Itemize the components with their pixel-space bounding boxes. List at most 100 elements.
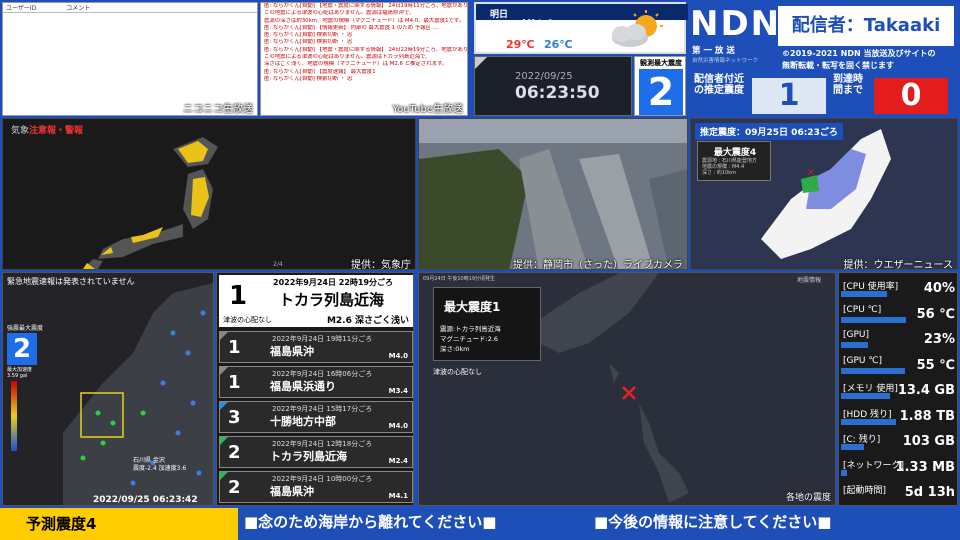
system-stat-row: [GPU ℃] 55 ℃ [841, 354, 957, 374]
eew-status: 緊急地震速報は発表されていません [7, 277, 135, 286]
latest-quake-datetime: 2022年9月24日 22時19分ごろ [273, 278, 394, 287]
system-stat-row: [メモリ 使用] 13.4 GB [841, 379, 957, 399]
system-stat-value: 1.33 MB [895, 459, 955, 475]
quake-map-corner: 地震情報 [796, 277, 821, 284]
system-stat-label: [C: 残り] [843, 435, 881, 445]
latest-quake-card[interactable]: 1 2022年9月24日 22時19分ごろ トカラ列島近海 津波の心配なし M2… [219, 275, 413, 327]
warning-map-title-b: 注意報・警報 [29, 126, 84, 136]
quake-row-intensity: 1 [228, 372, 241, 393]
eew-timestamp: 2022/09/25 06:23:42 [93, 495, 198, 505]
system-stat-value: 56 ℃ [916, 306, 955, 322]
estimated-intensity-badge: 推定震度：09月25日 06:23ごろ [695, 123, 843, 140]
quake-tsunami-note: 津波の心配なし [433, 368, 482, 376]
camera-caption: 提供：静岡市（さった）ライブカメラ [513, 260, 683, 270]
quake-history-row[interactable]: 3 2022年9月24日 15時17分ごろ 十勝地方中部 M4.0 [219, 401, 413, 433]
quake-depth: 深さ:0km [440, 345, 470, 353]
system-stat-value: 55 ℃ [916, 357, 955, 373]
system-stat-label: [GPU ℃] [843, 355, 882, 366]
eew-station-reading: 震度-2.4 加速度3.6 [133, 465, 187, 472]
system-stat-bar [841, 367, 905, 374]
quake-row-magnitude: M4.1 [388, 492, 408, 500]
quake-max-intensity: 最大震度1 [444, 300, 501, 314]
clock-panel: 2022/09/25 06:23:50 [474, 56, 632, 116]
clock-time: 06:23:50 [515, 83, 600, 103]
col-user-id: ユーザーID [6, 5, 37, 12]
quake-history-row[interactable]: 1 2022年9月24日 19時11分ごろ 福島県沖 M4.0 [219, 331, 413, 363]
youtube-comment-line: 匿: ならかくん[自動] 検索切断 ・ 忠 [264, 75, 353, 82]
system-stat-row: [GPU] 23% [841, 328, 957, 348]
streamer-name: 配信者：Takaaki [778, 6, 954, 46]
eew-intensity-value: 2 [7, 333, 37, 365]
quake-row-magnitude: M3.4 [388, 387, 408, 395]
quake-history-row[interactable]: 1 2022年9月24日 16時06分ごろ 福島県浜通り M3.4 [219, 366, 413, 398]
estimated-max-intensity: 最大震度4 [713, 148, 757, 158]
youtube-comment-line: 匿: ならかくん[自動] 【震度速報】 最大震度1 [264, 68, 376, 75]
quake-summary-box: 最大震度1 震源:トカラ列島近海 マグニチュード:2.6 深さ:0km [433, 287, 541, 361]
system-stat-label: [メモリ 使用] [843, 384, 898, 394]
quake-epicenter: 震源:トカラ列島近海 [440, 325, 501, 333]
ndn-subtitle: 第 一 放 送 [692, 46, 735, 56]
system-stat-bar [841, 316, 906, 323]
weather-panel: 明日 横浜 29℃ 26℃ [474, 2, 688, 54]
quake-row-place: 福島県沖 [270, 345, 314, 358]
quake-history-row[interactable]: 2 2022年9月24日 10時00分ごろ 福島県沖 M4.1 [219, 471, 413, 503]
youtube-comment-line: この地震による津波の心配はありません。震源はトカラ列島近海で、 [264, 54, 431, 61]
youtube-comment-panel: 匿: ならかくん[自動] 【地震・震度に関する情報】 24日19時11分ごろ、地… [260, 2, 468, 116]
warning-map-title: 気象注意報・警報 [11, 123, 83, 136]
quake-history-list: 1 2022年9月24日 22時19分ごろ トカラ列島近海 津波の心配なし M2… [216, 272, 414, 506]
observed-label: 観測最大震度 [640, 59, 682, 67]
estimated-quake-info: 震源地 : 石川県能登地方 地震の規模 : M4.4 深さ : 約10km [702, 158, 757, 176]
system-stat-row: [HDD 残り] 1.88 TB [841, 405, 957, 425]
system-stat-value: 13.4 GB [897, 383, 955, 398]
clock-date: 2022/09/25 [515, 71, 573, 82]
system-stat-label: [CPU ℃] [843, 304, 882, 315]
live-camera-feed: 提供：静岡市（さった）ライブカメラ [418, 118, 688, 270]
observed-value: 2 [639, 69, 683, 115]
latest-quake-tsunami: 津波の心配なし [223, 316, 272, 324]
quake-row-intensity: 2 [228, 442, 241, 463]
copyright-line-1: ©2019-2021 NDN 当放送及びサイトの [782, 49, 936, 58]
col-comment: コメント [66, 5, 91, 12]
latest-quake-intensity: 1 [229, 281, 248, 311]
weathernews-intensity-map: × 推定震度：09月25日 06:23ごろ 最大震度4 震源地 : 石川県能登地… [690, 118, 958, 270]
latest-quake-magnitude: M2.6 深さごく浅い [326, 316, 409, 326]
quake-row-color-tag [220, 472, 228, 480]
latest-quake-place: トカラ列島近海 [279, 291, 385, 309]
arrival-time-label: 到達時間まで [833, 74, 863, 96]
warning-map-page: 2/4 [273, 261, 283, 268]
weather-city: 横浜 [520, 19, 554, 39]
quake-history-row[interactable]: 2 2022年9月24日 12時18分ごろ トカラ列島近海 M2.4 [219, 436, 413, 468]
quake-row-color-tag [220, 437, 228, 445]
quake-row-place: トカラ列島近海 [270, 450, 347, 463]
eew-station-info: 石川県 金沢 震度-2.4 加速度3.6 [133, 457, 186, 473]
eew-monitor-panel: 緊急地震速報は発表されていません 強震最大震度 2 最大加速度 3.59 gal… [2, 272, 214, 506]
ndn-branding-panel: NDN 第 一 放 送 自然災害情報ネットワーク 配信者：Takaaki ©20… [688, 2, 958, 116]
quake-row-magnitude: M4.0 [388, 422, 408, 430]
system-stats-panel: [CPU 使用率] 40% [CPU ℃] 56 ℃ [GPU] 23% [GPU ℃] 55… [838, 272, 958, 506]
copyright-notice: ©2019-2021 NDN 当放送及びサイトの 無断転載・転写を固く禁じます [782, 48, 935, 72]
ndn-subtitle-2: 自然災害情報ネットワーク [692, 58, 759, 64]
ticker-message-1: ■念のため海岸から離れてください■ [244, 513, 497, 531]
youtube-comment-line: この地震による津波の心配はありません。震源は福島県沖で、 [264, 10, 415, 17]
quake-map-header: 09月24日 午後10時19分頃発生 [423, 276, 496, 282]
weather-high-temp: 29℃ [506, 38, 535, 51]
system-stat-value: 23% [923, 332, 955, 347]
warning-map-caption: 提供：気象庁 [351, 260, 411, 270]
clock-corner [475, 57, 487, 69]
quake-row-place: 十勝地方中部 [270, 415, 336, 428]
quake-row-place: 福島県沖 [270, 485, 314, 498]
youtube-comment-line: 匿: ならかくん[自動] 検索切断 ・ 忠 [264, 39, 353, 46]
youtube-comment-line: 震源の深さは約30km、地震の規模（マグニチュード）は M4.0、最大震度1です… [264, 17, 465, 24]
niconico-caption: ニコニコ生放送 [183, 104, 253, 115]
alert-ticker: 予測震度4 ■念のため海岸から離れてください■ ■今後の情報に注意してください■ [0, 508, 960, 540]
weather-low-temp: 26℃ [544, 38, 573, 51]
youtube-comment-line: 匿: ならかくん[自動] 【地震・震度に関する情報】 24日22時19分ごろ、地… [264, 46, 467, 53]
system-stat-value: 40% [923, 281, 955, 296]
partly-cloudy-icon [612, 10, 663, 47]
youtube-comment-line: 匿: ならかくん[自動] 【情報更新】 内部の 最大震度 1 のため 予報区 .… [264, 24, 438, 31]
quake-magnitude: マグニチュード:2.6 [440, 335, 499, 343]
eew-intensity-label: 強震最大震度 [7, 325, 44, 332]
coastal-highway-image [419, 119, 687, 269]
svg-text:×: × [807, 167, 815, 178]
youtube-caption: YouTube生放送 [392, 104, 463, 115]
